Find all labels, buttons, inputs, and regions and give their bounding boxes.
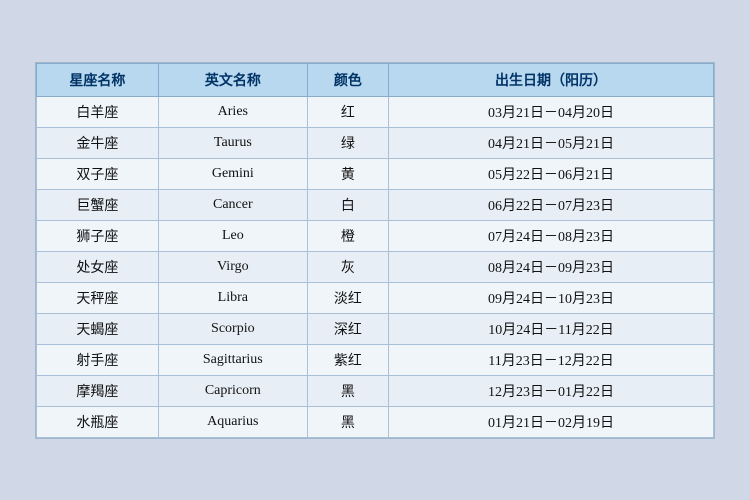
cell-date: 12月23日－01月22日	[389, 375, 714, 406]
header-en: 英文名称	[158, 63, 307, 96]
cell-date: 11月23日－12月22日	[389, 344, 714, 375]
cell-color: 深红	[307, 313, 388, 344]
cell-zh: 白羊座	[37, 96, 159, 127]
table-row: 白羊座Aries红03月21日－04月20日	[37, 96, 714, 127]
cell-color: 橙	[307, 220, 388, 251]
cell-color: 淡红	[307, 282, 388, 313]
table-row: 摩羯座Capricorn黑12月23日－01月22日	[37, 375, 714, 406]
cell-zh: 巨蟹座	[37, 189, 159, 220]
cell-en: Scorpio	[158, 313, 307, 344]
cell-color: 黄	[307, 158, 388, 189]
cell-zh: 天蝎座	[37, 313, 159, 344]
table-row: 金牛座Taurus绿04月21日－05月21日	[37, 127, 714, 158]
cell-en: Capricorn	[158, 375, 307, 406]
cell-color: 白	[307, 189, 388, 220]
cell-date: 03月21日－04月20日	[389, 96, 714, 127]
cell-color: 紫红	[307, 344, 388, 375]
table-row: 水瓶座Aquarius黑01月21日－02月19日	[37, 406, 714, 437]
cell-zh: 射手座	[37, 344, 159, 375]
cell-zh: 摩羯座	[37, 375, 159, 406]
table-header-row: 星座名称 英文名称 颜色 出生日期（阳历）	[37, 63, 714, 96]
header-date: 出生日期（阳历）	[389, 63, 714, 96]
header-zh: 星座名称	[37, 63, 159, 96]
table-row: 天秤座Libra淡红09月24日－10月23日	[37, 282, 714, 313]
cell-color: 黑	[307, 375, 388, 406]
cell-zh: 狮子座	[37, 220, 159, 251]
cell-en: Taurus	[158, 127, 307, 158]
table-row: 处女座Virgo灰08月24日－09月23日	[37, 251, 714, 282]
table-body: 白羊座Aries红03月21日－04月20日金牛座Taurus绿04月21日－0…	[37, 96, 714, 437]
zodiac-table-container: 星座名称 英文名称 颜色 出生日期（阳历） 白羊座Aries红03月21日－04…	[35, 62, 715, 439]
cell-date: 06月22日－07月23日	[389, 189, 714, 220]
zodiac-table: 星座名称 英文名称 颜色 出生日期（阳历） 白羊座Aries红03月21日－04…	[36, 63, 714, 438]
table-row: 射手座Sagittarius紫红11月23日－12月22日	[37, 344, 714, 375]
cell-en: Cancer	[158, 189, 307, 220]
cell-en: Leo	[158, 220, 307, 251]
header-color: 颜色	[307, 63, 388, 96]
cell-color: 绿	[307, 127, 388, 158]
cell-date: 08月24日－09月23日	[389, 251, 714, 282]
cell-color: 黑	[307, 406, 388, 437]
cell-zh: 金牛座	[37, 127, 159, 158]
cell-zh: 处女座	[37, 251, 159, 282]
cell-color: 灰	[307, 251, 388, 282]
cell-en: Aries	[158, 96, 307, 127]
cell-date: 01月21日－02月19日	[389, 406, 714, 437]
cell-en: Virgo	[158, 251, 307, 282]
cell-en: Sagittarius	[158, 344, 307, 375]
table-row: 双子座Gemini黄05月22日－06月21日	[37, 158, 714, 189]
cell-date: 10月24日－11月22日	[389, 313, 714, 344]
cell-zh: 双子座	[37, 158, 159, 189]
table-row: 天蝎座Scorpio深红10月24日－11月22日	[37, 313, 714, 344]
cell-date: 09月24日－10月23日	[389, 282, 714, 313]
cell-en: Aquarius	[158, 406, 307, 437]
cell-date: 04月21日－05月21日	[389, 127, 714, 158]
cell-zh: 水瓶座	[37, 406, 159, 437]
cell-en: Gemini	[158, 158, 307, 189]
cell-date: 05月22日－06月21日	[389, 158, 714, 189]
table-row: 狮子座Leo橙07月24日－08月23日	[37, 220, 714, 251]
table-row: 巨蟹座Cancer白06月22日－07月23日	[37, 189, 714, 220]
cell-en: Libra	[158, 282, 307, 313]
cell-zh: 天秤座	[37, 282, 159, 313]
cell-color: 红	[307, 96, 388, 127]
cell-date: 07月24日－08月23日	[389, 220, 714, 251]
